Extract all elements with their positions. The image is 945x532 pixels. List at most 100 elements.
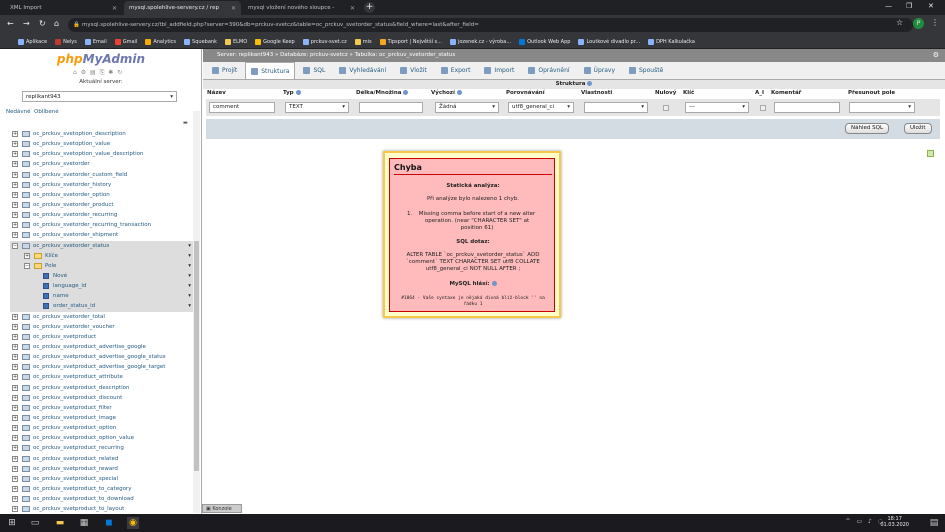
tab-export[interactable]: Export [435, 62, 477, 79]
browser-tab-active[interactable]: mysql.spolehlive-servery.cz / rep ✕ [124, 1, 241, 15]
tree-item-column[interactable]: name [10, 291, 194, 302]
tree-item-column[interactable]: language_id [10, 281, 194, 292]
maximize-icon[interactable]: ❐ [906, 2, 912, 10]
new-tab-button[interactable]: + [364, 2, 375, 13]
expand-icon[interactable]: + [12, 435, 18, 442]
tab-sql[interactable]: SQL [297, 62, 331, 79]
tree-item-table[interactable]: + oc_prckuv_svetproduct_filter [10, 403, 194, 413]
favorites-link[interactable]: Oblíbené [34, 109, 59, 115]
expand-icon[interactable]: + [12, 394, 18, 401]
back-icon[interactable]: ← [7, 19, 14, 28]
tree-item-table[interactable]: + oc_prckuv_svetorder_recurring_transacti… [10, 220, 194, 230]
tree-item-table[interactable]: + oc_prckuv_svetproduct_attribute [10, 372, 194, 382]
tree-item-column[interactable]: order_status_id [10, 301, 194, 312]
field-collation-select[interactable]: utf8_general_ci [508, 102, 574, 113]
tab-insert[interactable]: Vložit [394, 62, 433, 79]
expand-icon[interactable]: + [12, 496, 18, 503]
tree-item-table[interactable]: + oc_prckuv_svetoption_value [10, 139, 194, 149]
collapse-all-icon[interactable]: ▬ [183, 120, 188, 126]
tree-item-selected-table[interactable]: − oc_prckuv_svetorder_status [10, 240, 194, 251]
preview-sql-button[interactable]: Náhled SQL [845, 123, 890, 134]
expand-icon[interactable]: + [12, 212, 18, 219]
expand-icon[interactable]: + [12, 343, 18, 350]
tree-item-table[interactable]: + oc_prckuv_svetproduct_reward [10, 464, 194, 474]
null-checkbox[interactable] [663, 105, 669, 111]
bookmark[interactable]: Aplikace [18, 38, 47, 45]
bookmark[interactable]: Outlook Web App [519, 38, 570, 45]
help-icon[interactable] [587, 81, 593, 86]
chrome-icon[interactable]: ◉ [127, 517, 139, 529]
console-toggle[interactable]: ▣ Konzole [202, 504, 242, 513]
reload-icon[interactable]: ↻ [39, 19, 46, 28]
expand-icon[interactable]: + [12, 232, 18, 239]
expand-icon[interactable]: + [12, 171, 18, 178]
expand-icon[interactable]: + [12, 445, 18, 452]
tab-import[interactable]: Import [478, 62, 520, 79]
expand-icon[interactable]: + [12, 333, 18, 340]
expand-icon[interactable]: + [12, 131, 18, 137]
browser-tab[interactable]: mysql vložení nového sloupce - ✕ [243, 1, 360, 15]
expand-icon[interactable]: + [12, 475, 18, 482]
expand-icon[interactable]: + [12, 364, 18, 371]
tree-item-table[interactable]: + oc_prckuv_svetproduct_recurring [10, 443, 194, 453]
file-explorer-icon[interactable]: ▬ [54, 517, 66, 529]
close-window-icon[interactable]: ✕ [928, 2, 934, 10]
tree-item-table[interactable]: + oc_prckuv_svetoption_value_description [10, 149, 194, 159]
settings-gear-icon[interactable]: ⚙ [933, 49, 939, 62]
field-comment-input[interactable] [774, 102, 840, 113]
tree-item-table[interactable]: + oc_prckuv_svetproduct_special [10, 474, 194, 484]
expand-icon[interactable]: + [12, 222, 18, 229]
bookmark[interactable]: Loutkové divadlo pr... [578, 38, 640, 45]
field-default-select[interactable]: Žádná [435, 102, 499, 113]
tree-item-table[interactable]: + oc_prckuv_svetorder_custom_field [10, 170, 194, 180]
bookmark[interactable]: Tipsport | Největší s... [379, 38, 442, 45]
expand-icon[interactable]: + [12, 384, 18, 391]
expand-icon[interactable]: + [12, 313, 18, 320]
minimize-icon[interactable]: — [885, 2, 892, 10]
tab-structure[interactable]: Struktura [245, 62, 296, 79]
tree-item-table[interactable]: + oc_prckuv_svetorder_total [10, 312, 194, 322]
tree-item-table[interactable]: + oc_prckuv_svetproduct_to_layout [10, 504, 194, 514]
task-view-icon[interactable]: ▭ [29, 517, 41, 529]
save-button[interactable]: Uložit [904, 123, 932, 134]
tab-triggers[interactable]: Spouště [623, 62, 669, 79]
expand-icon[interactable]: + [12, 414, 18, 421]
tree-item-table[interactable]: + oc_prckuv_svetproduct_description [10, 383, 194, 393]
calculator-icon[interactable]: ▦ [78, 517, 90, 529]
bookmark[interactable]: Google Keep [255, 38, 295, 45]
bookmark[interactable]: Email [84, 38, 107, 45]
expand-icon[interactable]: + [12, 201, 18, 208]
bookmark[interactable]: Nelys [55, 38, 77, 45]
profile-avatar[interactable]: P [913, 18, 924, 29]
bookmark[interactable]: ELMO [224, 38, 247, 45]
tree-item-fields[interactable]: − Pole [10, 260, 194, 271]
expand-icon[interactable]: + [12, 191, 18, 198]
forward-icon[interactable]: → [23, 19, 30, 28]
bookmark[interactable]: jozenek.cz - výroba... [449, 38, 511, 45]
field-key-select[interactable]: --- [685, 102, 749, 113]
help-icon[interactable] [491, 281, 497, 286]
auto-increment-checkbox[interactable] [760, 105, 766, 111]
tree-item-table[interactable]: + oc_prckuv_svetproduct [10, 332, 194, 342]
tab-search[interactable]: Vyhledávání [333, 62, 392, 79]
expand-icon[interactable]: + [12, 404, 18, 411]
tree-item-table[interactable]: + oc_prckuv_svetproduct_related [10, 454, 194, 464]
tree-item-table[interactable]: + oc_prckuv_svetorder_history [10, 180, 194, 190]
tree-item-table[interactable]: + oc_prckuv_svetorder_product [10, 200, 194, 210]
close-tab-icon[interactable]: ✕ [350, 5, 355, 12]
tree-item-table[interactable]: + oc_prckuv_svetproduct_advertise_google [10, 342, 194, 352]
bookmark[interactable]: Squebank [184, 38, 217, 45]
help-icon[interactable] [403, 90, 409, 95]
page-related-icon[interactable] [927, 150, 934, 157]
bookmark[interactable]: Gmail [114, 38, 137, 45]
tree-item-keys[interactable]: + Klíče [10, 250, 194, 261]
expand-icon[interactable]: + [12, 506, 18, 513]
expand-icon[interactable]: + [12, 374, 18, 381]
tree-item-table[interactable]: + oc_prckuv_svetorder_shipment [10, 230, 194, 240]
help-icon[interactable] [295, 90, 301, 95]
help-icon[interactable] [456, 90, 462, 95]
field-type-select[interactable]: TEXT [285, 102, 349, 113]
tree-item-table[interactable]: + oc_prckuv_svetorder [10, 159, 194, 169]
tab-browse[interactable]: Projít [206, 62, 243, 79]
expand-icon[interactable]: + [12, 151, 18, 158]
